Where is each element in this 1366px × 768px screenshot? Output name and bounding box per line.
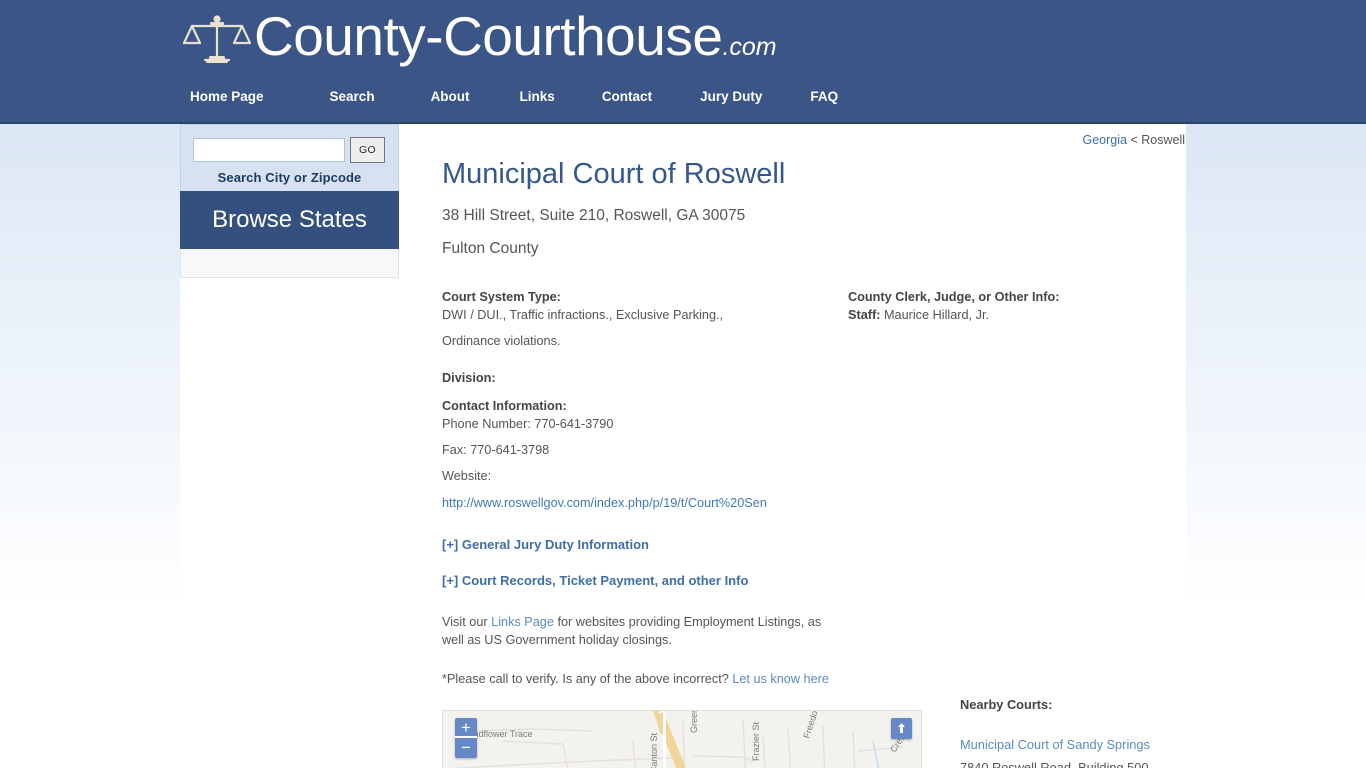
breadcrumb: Georgia < Roswell <box>441 124 1186 147</box>
nav-item-home-page[interactable]: Home Page <box>190 89 264 104</box>
nav-item-faq[interactable]: FAQ <box>810 89 838 104</box>
search-go-button[interactable]: GO <box>350 137 385 163</box>
website-label: Website: <box>442 469 492 483</box>
location-map[interactable]: Windflower Trace Canton St Green S Frazi… <box>442 710 922 768</box>
logo-suffix: .com <box>722 32 777 61</box>
county-clerk-label: County Clerk, Judge, or Other Info: <box>848 290 1060 304</box>
court-system-type-label: Court System Type: <box>442 290 561 304</box>
main-column: Georgia < Roswell Municipal Court of Ros… <box>441 124 1186 768</box>
content-container: GO Search City or Zipcode Browse States … <box>180 124 1186 768</box>
map-canvas: Windflower Trace Canton St Green S Frazi… <box>443 711 921 768</box>
fax-number: Fax: 770-641-3798 <box>442 443 550 457</box>
nearby-court-link[interactable]: Municipal Court of Sandy Springs <box>960 733 1186 756</box>
court-system-type-line-2: Ordinance violations. <box>442 334 561 348</box>
svg-text:Frazier St: Frazier St <box>751 721 761 761</box>
nav-item-jury-duty[interactable]: Jury Duty <box>700 89 762 104</box>
browse-states-button[interactable]: Browse States <box>180 191 399 249</box>
map-zoom-controls: + − <box>455 718 477 758</box>
nearby-court-address: 7840 Roswell Road, Building 500 <box>960 760 1149 768</box>
links-page-link[interactable]: Links Page <box>491 615 554 629</box>
map-zoom-in-button[interactable]: + <box>455 718 477 738</box>
page-root: County-Courthouse.com Home Page Search A… <box>0 0 1366 768</box>
nearby-courts-panel: Nearby Courts: Municipal Court of Sandy … <box>960 696 1186 768</box>
svg-text:Green S: Green S <box>689 711 699 733</box>
logo-name: County-Courthouse <box>254 4 723 67</box>
staff-label: Staff: <box>848 308 881 322</box>
details-right-column: County Clerk, Judge, or Other Info: Staf… <box>848 288 1186 324</box>
site-logo[interactable]: County-Courthouse.com <box>180 0 1186 74</box>
svg-text:Canton St: Canton St <box>649 732 659 768</box>
nav-item-contact[interactable]: Contact <box>602 89 652 104</box>
staff-row: Staff: Maurice Hillard, Jr. <box>848 306 1186 324</box>
court-address: 38 Hill Street, Suite 210, Roswell, GA 3… <box>442 207 746 224</box>
nearby-court-item: Municipal Court of Sandy Springs 7840 Ro… <box>960 733 1186 768</box>
site-header: County-Courthouse.com Home Page Search A… <box>0 0 1366 124</box>
division-label: Division: <box>442 371 496 385</box>
scales-of-justice-icon <box>180 10 254 72</box>
map-zoom-out-button[interactable]: − <box>455 738 477 758</box>
body-backdrop: GO Search City or Zipcode Browse States … <box>0 124 1366 768</box>
expander-general-jury-duty-information[interactable]: [+] General Jury Duty Information <box>442 536 842 554</box>
verify-note-prefix: *Please call to verify. Is any of the ab… <box>442 672 733 686</box>
breadcrumb-city: Roswell <box>1141 133 1185 147</box>
court-county: Fulton County <box>442 240 539 257</box>
search-caption: Search City or Zipcode <box>217 170 362 185</box>
nav-item-about[interactable]: About <box>431 89 470 104</box>
sidebar-footer-panel <box>180 249 399 278</box>
details-left-column: Court System Type: DWI / DUI., Traffic i… <box>442 288 922 768</box>
breadcrumb-separator: < <box>1126 133 1142 147</box>
search-row: GO <box>181 137 398 163</box>
phone-number: Phone Number: 770-641-3790 <box>442 417 614 431</box>
let-us-know-here-link[interactable]: Let us know here <box>732 672 829 686</box>
main-navigation: Home Page Search About Links Contact Jur… <box>180 78 1186 114</box>
sidebar: GO Search City or Zipcode Browse States <box>180 124 399 278</box>
website-url-link[interactable]: http://www.roswellgov.com/index.php/p/19… <box>442 496 767 510</box>
breadcrumb-state-link[interactable]: Georgia <box>1083 133 1127 147</box>
nearby-courts-title: Nearby Courts: <box>960 697 1053 712</box>
logo-wordmark: County-Courthouse.com <box>254 5 777 78</box>
expander-court-records-ticket-payment[interactable]: [+] Court Records, Ticket Payment, and o… <box>442 572 842 590</box>
nav-item-links[interactable]: Links <box>520 89 555 104</box>
search-input[interactable] <box>193 138 345 162</box>
header-inner: County-Courthouse.com Home Page Search A… <box>180 0 1186 124</box>
search-panel: GO Search City or Zipcode <box>180 124 399 191</box>
staff-value: Maurice Hillard, Jr. <box>883 308 990 322</box>
contact-information-label: Contact Information: <box>442 399 567 413</box>
details-columns: Court System Type: DWI / DUI., Traffic i… <box>441 288 1186 768</box>
verify-note: *Please call to verify. Is any of the ab… <box>442 670 842 688</box>
links-page-note-prefix: Visit our <box>442 615 492 629</box>
page-title: Municipal Court of Roswell <box>442 158 786 190</box>
map-compass-icon[interactable] <box>891 718 912 739</box>
links-page-note: Visit our Links Page for websites provid… <box>442 613 842 649</box>
court-system-type-line-1: DWI / DUI., Traffic infractions., Exclus… <box>442 308 724 322</box>
nav-item-search[interactable]: Search <box>330 89 375 104</box>
